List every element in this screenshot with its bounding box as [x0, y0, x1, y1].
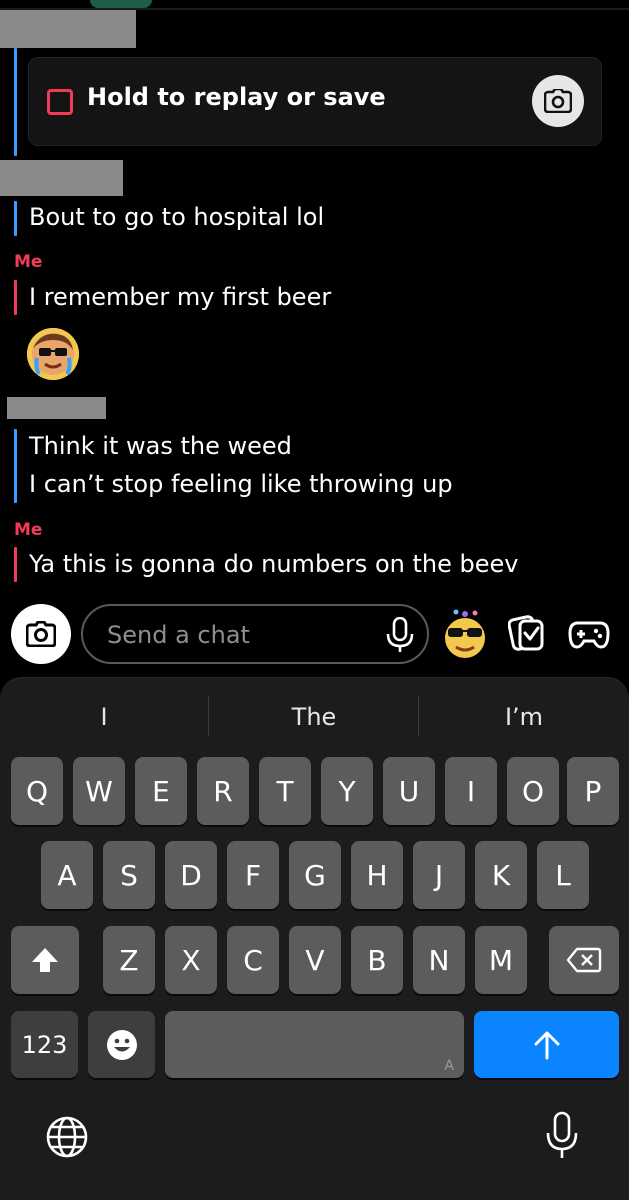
key-m[interactable]: M [475, 926, 527, 994]
suggestion-3[interactable]: I’m [422, 700, 626, 734]
key-s[interactable]: S [103, 841, 155, 909]
snap-unopened-icon [47, 89, 73, 115]
backspace-icon [566, 947, 602, 973]
chat-input-container[interactable] [81, 604, 429, 664]
redacted-sender-name [0, 10, 136, 48]
key-t[interactable]: T [259, 757, 311, 825]
key-b[interactable]: B [351, 926, 403, 994]
send-key[interactable] [474, 1011, 619, 1078]
sticker-icon[interactable] [508, 615, 546, 653]
camera-button[interactable] [11, 604, 71, 664]
key-o[interactable]: O [507, 757, 559, 825]
key-c[interactable]: C [227, 926, 279, 994]
key-l[interactable]: L [537, 841, 589, 909]
my-message-bar [14, 547, 17, 582]
suggestion-1[interactable]: I [4, 700, 204, 734]
key-y[interactable]: Y [321, 757, 373, 825]
key-f[interactable]: F [227, 841, 279, 909]
dictation-microphone-icon[interactable] [545, 1111, 579, 1161]
redacted-sender-name [7, 397, 106, 419]
suggestion-divider [208, 696, 209, 736]
redacted-sender-name [0, 160, 123, 196]
sender-label-me: Me [14, 520, 43, 540]
snap-label: Hold to replay or save [87, 83, 386, 111]
key-d[interactable]: D [165, 841, 217, 909]
microphone-icon[interactable] [383, 617, 417, 653]
key-q[interactable]: Q [11, 757, 63, 825]
key-z[interactable]: Z [103, 926, 155, 994]
shift-icon [32, 948, 58, 972]
key-r[interactable]: R [197, 757, 249, 825]
key-n[interactable]: N [413, 926, 465, 994]
bitmoji-sticker-icon[interactable] [440, 608, 490, 660]
key-g[interactable]: G [289, 841, 341, 909]
key-i[interactable]: I [445, 757, 497, 825]
message-text: I can’t stop feeling like throwing up [29, 470, 453, 498]
snap-card[interactable]: Hold to replay or save [28, 57, 602, 146]
arrow-up-icon [534, 1031, 559, 1059]
key-a[interactable]: A [41, 841, 93, 909]
bitmoji-avatar [27, 328, 79, 380]
message-text: Think it was the weed [29, 432, 292, 460]
key-x[interactable]: X [165, 926, 217, 994]
backspace-key[interactable] [549, 926, 619, 994]
globe-icon[interactable] [45, 1115, 89, 1159]
friend-message-bar [14, 201, 17, 236]
emoji-icon [106, 1029, 137, 1060]
message-text: Bout to go to hospital lol [29, 203, 325, 231]
message-text: I remember my first beer [29, 283, 332, 311]
emoji-key[interactable] [88, 1011, 155, 1078]
chat-input[interactable] [105, 618, 379, 652]
suggestion-2[interactable]: The [212, 700, 416, 734]
space-language-hint: A [444, 1058, 454, 1074]
key-p[interactable]: P [567, 757, 619, 825]
suggestion-divider [418, 696, 419, 736]
camera-icon [26, 621, 56, 647]
friend-message-bar [14, 48, 17, 156]
message-text: Ya this is gonna do numbers on the beev [29, 550, 519, 578]
sender-label-me: Me [14, 252, 43, 272]
camera-reply-icon[interactable] [532, 75, 584, 127]
friend-message-bar [14, 429, 17, 503]
top-avatar-fragment [90, 0, 152, 8]
shift-key[interactable] [11, 926, 79, 994]
key-u[interactable]: U [383, 757, 435, 825]
key-j[interactable]: J [413, 841, 465, 909]
numbers-key[interactable]: 123 [11, 1011, 78, 1078]
my-message-bar [14, 280, 17, 315]
key-e[interactable]: E [135, 757, 187, 825]
game-controller-icon[interactable] [568, 615, 610, 653]
key-v[interactable]: V [289, 926, 341, 994]
keyboard: I The I’m Q W E R T Y U I O P A S D F G … [0, 677, 629, 1200]
space-key[interactable]: A [165, 1011, 464, 1078]
key-w[interactable]: W [73, 757, 125, 825]
key-h[interactable]: H [351, 841, 403, 909]
key-k[interactable]: K [475, 841, 527, 909]
